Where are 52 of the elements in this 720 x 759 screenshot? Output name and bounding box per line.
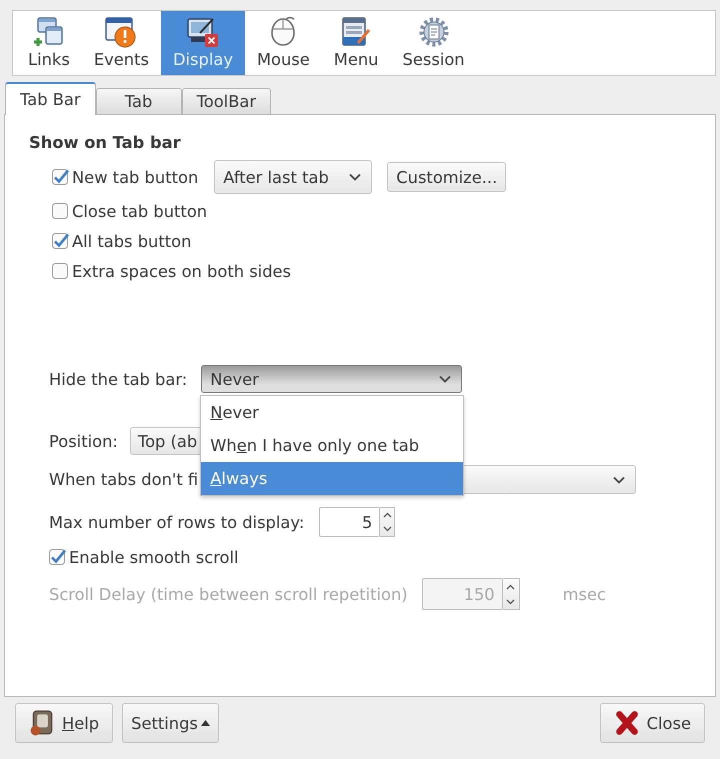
checkbox[interactable] xyxy=(52,168,69,186)
option-label: New tab button xyxy=(72,168,198,186)
customize-button[interactable]: Customize... xyxy=(387,162,506,192)
dropdown-option[interactable]: Never xyxy=(201,396,464,429)
checkbox[interactable] xyxy=(52,262,69,280)
chevron-down-icon xyxy=(506,598,516,604)
help-icon xyxy=(29,710,55,736)
close-button[interactable]: Close xyxy=(600,703,705,743)
window-pencil-icon xyxy=(340,16,372,48)
dropdown[interactable]: After last tab xyxy=(214,160,372,194)
dropdown-option[interactable]: When I have only one tab xyxy=(201,429,464,462)
settings-button[interactable]: Settings xyxy=(122,703,219,743)
dropdown[interactable]: Never xyxy=(201,365,462,393)
chevron-down-icon xyxy=(613,476,625,484)
tab[interactable]: ToolBar xyxy=(182,88,272,114)
gear-document-icon xyxy=(418,16,450,48)
field-label: Position: xyxy=(49,432,118,450)
checkbox[interactable] xyxy=(52,202,69,220)
close-icon xyxy=(614,710,640,736)
help-button[interactable]: Help xyxy=(15,703,114,743)
option-label: Enable smooth scroll xyxy=(69,548,239,566)
checkbox[interactable] xyxy=(49,548,66,566)
tab[interactable]: Tab xyxy=(96,88,182,114)
toolbar-button[interactable]: Events xyxy=(82,11,161,75)
chevron-down-icon xyxy=(382,526,392,532)
warning-window-icon xyxy=(105,16,138,48)
display-settings-icon xyxy=(186,16,219,48)
chevron-down-icon xyxy=(349,173,362,181)
chevron-up-icon xyxy=(506,584,516,590)
linked-windows-icon xyxy=(32,16,65,48)
tab[interactable]: Tab Bar xyxy=(5,82,96,115)
field-label: Hide the tab bar: xyxy=(49,370,188,388)
spin-buttons[interactable] xyxy=(380,507,396,537)
dropdown-option[interactable]: Always xyxy=(201,462,464,495)
chevron-down-icon xyxy=(439,375,452,383)
toolbar-button[interactable]: Mouse xyxy=(244,11,322,75)
chevron-up-icon xyxy=(382,512,392,518)
toolbar-button[interactable]: Links xyxy=(16,11,82,75)
field-label: Max number of rows to display: xyxy=(49,512,304,532)
spin-field[interactable]: 5 xyxy=(319,507,380,537)
field-label: When tabs don't fi xyxy=(49,470,198,489)
option-label: Close tab button xyxy=(72,202,208,220)
option-label: Extra spaces on both sides xyxy=(72,262,292,280)
spin-buttons[interactable] xyxy=(502,578,520,610)
field-label: Scroll Delay (time between scroll repetition) xyxy=(49,584,408,604)
toolbar-button[interactable]: Menu xyxy=(322,11,390,75)
checkbox[interactable] xyxy=(52,232,69,250)
caret-up-icon xyxy=(200,720,210,726)
section-heading: Show on Tab bar xyxy=(29,132,182,154)
toolbar-button[interactable]: Session xyxy=(390,11,477,75)
option-label: All tabs button xyxy=(72,232,192,250)
unit-label: msec xyxy=(562,584,606,604)
